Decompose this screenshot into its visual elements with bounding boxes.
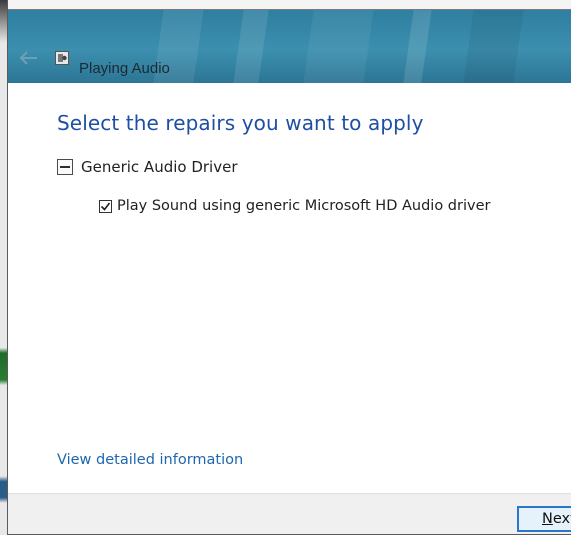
view-details-link[interactable]: View detailed information bbox=[57, 452, 243, 468]
back-arrow-icon bbox=[20, 51, 37, 65]
back-button[interactable] bbox=[18, 47, 40, 69]
group-label: Generic Audio Driver bbox=[81, 158, 238, 176]
troubleshooter-icon bbox=[55, 51, 69, 65]
window-title: Playing Audio bbox=[79, 60, 170, 77]
window-top-border bbox=[8, 0, 571, 10]
repair-checkbox[interactable] bbox=[99, 199, 112, 213]
page-heading: Select the repairs you want to apply bbox=[57, 111, 424, 135]
next-label-rest: ext bbox=[552, 511, 571, 527]
troubleshooter-window: Playing Audio Select the repairs you wan… bbox=[7, 0, 571, 535]
collapse-toggle[interactable] bbox=[57, 159, 73, 175]
repair-group: Generic Audio Driver bbox=[57, 158, 238, 176]
wizard-header: Playing Audio bbox=[8, 10, 571, 83]
wizard-footer: Next bbox=[8, 493, 571, 534]
repair-item: Play Sound using generic Microsoft HD Au… bbox=[99, 198, 490, 214]
next-button[interactable]: Next bbox=[517, 506, 571, 532]
next-mnemonic: N bbox=[542, 511, 553, 527]
checkmark-icon bbox=[100, 202, 111, 211]
minus-icon bbox=[60, 166, 70, 168]
header-streak bbox=[399, 10, 435, 83]
repair-item-label: Play Sound using generic Microsoft HD Au… bbox=[117, 198, 491, 214]
header-streak bbox=[299, 10, 377, 83]
header-streak bbox=[229, 10, 272, 83]
header-streak bbox=[459, 10, 527, 83]
